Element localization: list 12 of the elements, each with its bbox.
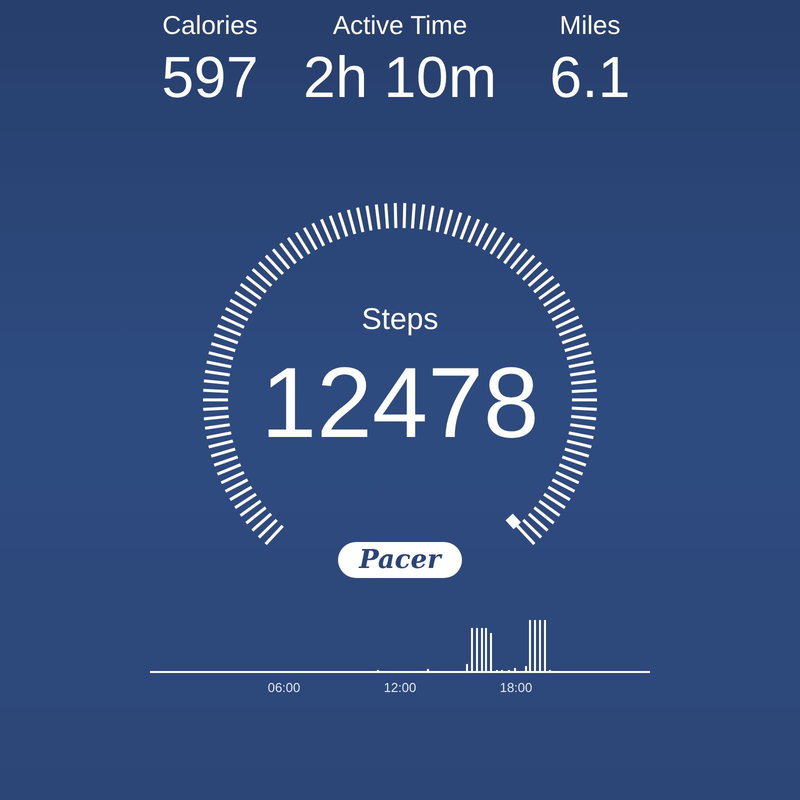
pacer-logo: Pacer	[338, 542, 462, 578]
time-axis-label: 06:00	[268, 679, 300, 697]
stat-label: Active Time	[332, 9, 468, 42]
stat-value: 2h 10m	[303, 46, 497, 110]
stat-label: Calories	[162, 9, 258, 42]
stat-value: 6.1	[550, 46, 630, 110]
steps-label: Steps	[362, 302, 438, 338]
time-axis-label: 12:00	[384, 679, 416, 697]
steps-count: 12478	[260, 348, 540, 458]
stat-value: 597	[162, 46, 258, 110]
stat-label: Miles	[560, 9, 620, 42]
time-axis-label: 18:00	[500, 679, 532, 697]
